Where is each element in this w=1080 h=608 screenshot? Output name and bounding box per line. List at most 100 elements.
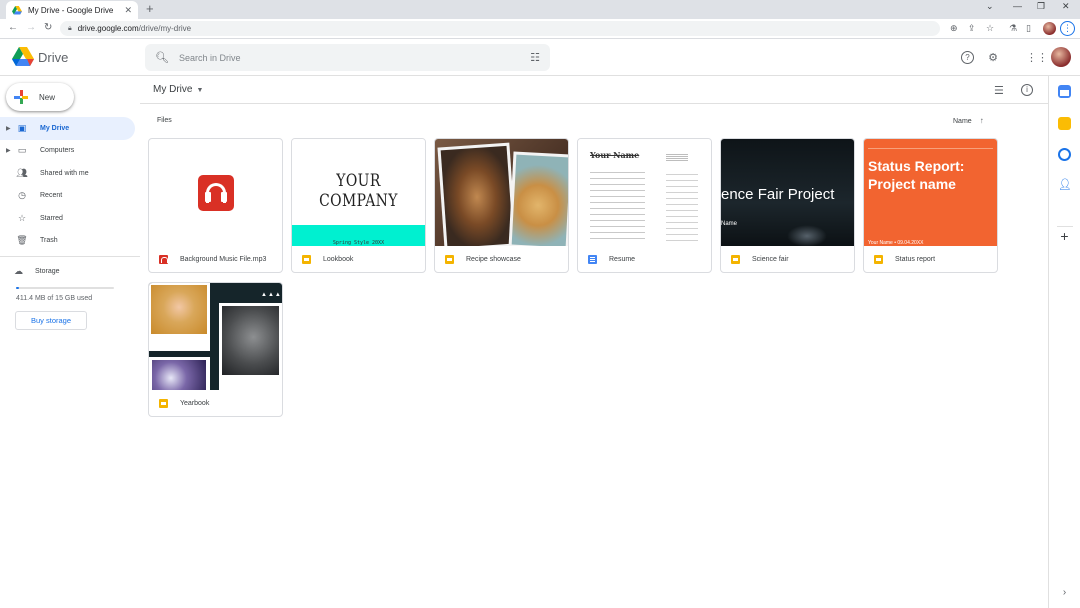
browser-tab-title: My Drive - Google Drive: [28, 5, 114, 15]
sidebar-item-starred[interactable]: ☆ Starred: [0, 207, 140, 230]
file-card[interactable]: ence Fair Project Name Science fair: [720, 138, 855, 273]
computers-icon: ▭: [17, 145, 27, 156]
extensions-icon[interactable]: ⚗: [1009, 23, 1017, 34]
file-card[interactable]: YOUR COMPANY Spring Style 20XX Lookbook: [291, 138, 426, 273]
back-icon[interactable]: ←: [8, 22, 18, 33]
get-addons-plus-icon[interactable]: +: [1058, 229, 1071, 243]
search-input[interactable]: Search in Drive: [179, 53, 530, 63]
slides-file-icon: [159, 399, 168, 408]
resume-side-lines: [666, 171, 698, 241]
address-bar[interactable]: 🔒︎ drive.google.com/drive/my-drive: [60, 21, 940, 36]
main-divider: [140, 103, 1048, 104]
file-name: Lookbook: [323, 256, 354, 263]
list-view-icon[interactable]: ☰: [994, 84, 1004, 97]
sort-control[interactable]: Name ↑: [953, 116, 984, 125]
file-card-footer: Lookbook: [292, 246, 425, 272]
app-brand[interactable]: Drive: [38, 50, 68, 65]
close-window-button[interactable]: ✕: [1062, 1, 1070, 12]
file-name: Background Music File.mp3: [180, 256, 267, 263]
file-thumbnail: Status Report: Project name Your Name • …: [864, 139, 997, 246]
thumb-title: Status Report: Project name: [868, 158, 965, 192]
tab-close-icon[interactable]: ✕: [124, 5, 132, 16]
browser-tab[interactable]: My Drive - Google Drive ✕: [6, 1, 138, 19]
file-thumbnail: Your Name: [578, 139, 711, 246]
slides-file-icon: [731, 255, 740, 264]
sidebar-item-label: Trash: [40, 237, 58, 245]
reload-icon[interactable]: ↻: [44, 22, 52, 33]
browser-menu-icon[interactable]: ⋮: [1060, 21, 1075, 36]
apps-grid-icon[interactable]: ⋮⋮: [1026, 51, 1048, 65]
expand-caret-icon[interactable]: ▶: [6, 125, 11, 132]
account-avatar[interactable]: [1051, 47, 1071, 67]
browser-profile-avatar[interactable]: [1043, 22, 1056, 35]
slides-file-icon: [302, 255, 311, 264]
sort-label: Name: [953, 118, 972, 125]
chevron-right-icon[interactable]: ›: [1058, 586, 1071, 599]
new-button[interactable]: New: [6, 83, 74, 111]
thumb-title: Your Name: [590, 150, 640, 160]
shared-icon: 👥︎: [16, 167, 28, 178]
search-box[interactable]: 🔍︎ Search in Drive ☷: [145, 44, 550, 71]
keep-icon[interactable]: [1058, 117, 1071, 130]
url-path: /drive/my-drive: [138, 24, 192, 33]
settings-gear-icon[interactable]: ⚙: [986, 51, 1000, 65]
drive-logo-icon[interactable]: [12, 47, 34, 67]
breadcrumb-label: My Drive: [153, 84, 193, 95]
maximize-button[interactable]: ❐: [1037, 1, 1045, 12]
resume-text-lines: [590, 169, 645, 241]
share-icon[interactable]: ⇪: [968, 23, 976, 34]
help-icon[interactable]: ?: [961, 51, 974, 64]
sidebar-item-trash[interactable]: 🗑︎ Trash: [0, 230, 140, 253]
sidebar-item-shared[interactable]: 👥︎ Shared with me: [0, 162, 140, 185]
side-panel-rail: 👤︎ + ›: [1048, 76, 1080, 608]
file-card[interactable]: Recipe showcase: [434, 138, 569, 273]
sidebar-item-my-drive[interactable]: ▶ ▣ My Drive: [0, 117, 135, 140]
sidebar-item-computers[interactable]: ▶ ▭ Computers: [0, 140, 140, 163]
docs-file-icon: [588, 255, 597, 264]
expand-caret-icon[interactable]: ▶: [6, 147, 11, 154]
buy-storage-button[interactable]: Buy storage: [15, 311, 87, 330]
install-icon[interactable]: ⊕: [950, 23, 958, 34]
search-icon[interactable]: 🔍︎: [155, 51, 169, 64]
calendar-icon[interactable]: [1058, 85, 1071, 98]
file-card-footer: Recipe showcase: [435, 246, 568, 272]
file-thumbnail: YOUR COMPANY Spring Style 20XX: [292, 139, 425, 246]
storage-section: ☁ Storage 411.4 MB of 15 GB used Buy sto…: [14, 266, 134, 330]
slides-file-icon: [445, 255, 454, 264]
file-thumbnail: [149, 139, 282, 246]
tasks-icon[interactable]: [1058, 148, 1071, 161]
storage-label: Storage: [35, 268, 60, 275]
new-tab-button[interactable]: +: [146, 1, 154, 16]
side-panel-icon[interactable]: ▯: [1026, 23, 1031, 34]
sidebar-item-recent[interactable]: ◷ Recent: [0, 185, 140, 208]
browser-toolbar: ← → ↻ 🔒︎ drive.google.com/drive/my-drive…: [0, 19, 1080, 39]
forward-icon[interactable]: →: [26, 22, 36, 33]
storage-bar-fill: [16, 287, 19, 289]
file-card-footer: Science fair: [721, 246, 854, 272]
file-name: Yearbook: [180, 400, 210, 407]
section-title: Files: [157, 117, 172, 124]
nav-list: ▶ ▣ My Drive ▶ ▭ Computers 👥︎ Shared wit…: [0, 117, 140, 252]
file-card[interactable]: Status Report: Project name Your Name • …: [863, 138, 998, 273]
contacts-icon[interactable]: 👤︎: [1058, 179, 1072, 192]
minimize-button[interactable]: —: [1013, 1, 1022, 11]
info-icon[interactable]: i: [1021, 84, 1033, 96]
sidebar-item-label: Computers: [40, 147, 75, 155]
sidebar-item-label: Recent: [40, 192, 63, 200]
headphones-icon: [197, 174, 234, 211]
tab-search-icon[interactable]: ⌄: [986, 1, 994, 12]
audio-file-icon: [159, 255, 168, 264]
breadcrumb[interactable]: My Drive ▼: [153, 84, 203, 95]
search-options-icon[interactable]: ☷: [530, 51, 540, 64]
storage-link[interactable]: ☁ Storage: [14, 266, 134, 277]
file-card-footer: Status report: [864, 246, 997, 272]
sidebar-item-label: Shared with me: [40, 169, 89, 177]
file-card[interactable]: Background Music File.mp3: [148, 138, 283, 273]
file-card-footer: Yearbook: [149, 390, 282, 416]
storage-bar: [16, 287, 114, 289]
file-card[interactable]: ▲▲▲ Yearbook: [148, 282, 283, 417]
url-host: drive.google.com: [77, 24, 139, 33]
bookmark-star-icon[interactable]: ☆: [986, 23, 994, 34]
bread-photo: [437, 142, 517, 246]
file-card[interactable]: Your Name Resume: [577, 138, 712, 273]
